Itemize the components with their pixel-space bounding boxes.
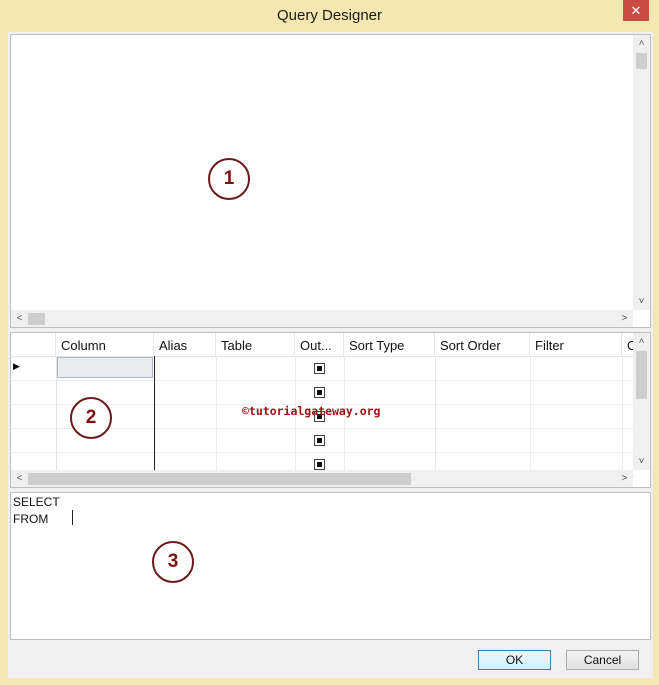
watermark-text: ©tutorialgateway.org bbox=[242, 404, 381, 418]
close-icon: ✕ bbox=[630, 3, 642, 18]
column-header-sort-order[interactable]: Sort Order bbox=[435, 333, 530, 356]
table-row[interactable]: ▶ bbox=[11, 356, 635, 381]
scroll-up-arrow-icon[interactable]: ˄ bbox=[633, 35, 650, 52]
scroll-right-arrow-icon[interactable]: > bbox=[616, 310, 633, 327]
scroll-thumb[interactable] bbox=[28, 313, 45, 325]
column-header-column[interactable]: Column bbox=[56, 333, 154, 356]
annotation-marker-1: 1 bbox=[208, 158, 250, 200]
scroll-left-arrow-icon[interactable]: < bbox=[11, 470, 28, 487]
sql-line-select: SELECT bbox=[13, 495, 60, 509]
cancel-button[interactable]: Cancel bbox=[566, 650, 639, 670]
output-checkbox[interactable] bbox=[314, 363, 325, 374]
query-designer-window: Query Designer ✕ ˄ ˅ < > 1 Column Alias … bbox=[0, 0, 659, 685]
grid-divider bbox=[435, 356, 436, 470]
scroll-left-arrow-icon[interactable]: < bbox=[11, 310, 28, 327]
grid-vertical-scrollbar[interactable]: ˄ ˅ bbox=[633, 333, 650, 470]
output-checkbox[interactable] bbox=[314, 459, 325, 470]
dialog-client-area: ˄ ˅ < > 1 Column Alias Table Out... Sort… bbox=[8, 32, 653, 678]
output-checkbox[interactable] bbox=[314, 435, 325, 446]
scroll-down-arrow-icon[interactable]: ˅ bbox=[633, 293, 650, 310]
scroll-up-arrow-icon[interactable]: ˄ bbox=[633, 333, 650, 350]
sql-pane[interactable]: SELECT FROM 3 bbox=[10, 492, 651, 640]
diagram-vertical-scrollbar[interactable]: ˄ ˅ bbox=[633, 35, 650, 310]
scroll-thumb[interactable] bbox=[636, 53, 647, 69]
scroll-thumb[interactable] bbox=[636, 351, 647, 399]
scroll-right-arrow-icon[interactable]: > bbox=[616, 470, 633, 487]
column-cell-selected[interactable] bbox=[57, 357, 153, 378]
annotation-marker-2: 2 bbox=[70, 397, 112, 439]
diagram-horizontal-scrollbar[interactable]: < > bbox=[11, 310, 633, 327]
sql-line-from: FROM bbox=[13, 512, 49, 526]
row-selector[interactable] bbox=[11, 380, 57, 404]
column-header-filter[interactable]: Filter bbox=[530, 333, 622, 356]
row-header-corner bbox=[11, 333, 56, 356]
grid-divider bbox=[622, 356, 623, 470]
text-caret bbox=[72, 510, 73, 525]
scroll-thumb[interactable] bbox=[28, 473, 411, 485]
column-header-table[interactable]: Table bbox=[216, 333, 295, 356]
grid-divider bbox=[530, 356, 531, 470]
criteria-grid-pane[interactable]: Column Alias Table Out... Sort Type Sort… bbox=[10, 332, 651, 488]
window-title: Query Designer bbox=[276, 7, 383, 24]
column-header-output[interactable]: Out... bbox=[295, 333, 344, 356]
grid-horizontal-scrollbar[interactable]: < > bbox=[11, 470, 633, 487]
scroll-down-arrow-icon[interactable]: ˅ bbox=[633, 453, 650, 470]
ok-button[interactable]: OK bbox=[478, 650, 551, 670]
current-row-arrow-icon: ▶ bbox=[13, 361, 20, 371]
grid-divider bbox=[154, 356, 155, 470]
annotation-marker-3: 3 bbox=[152, 541, 194, 583]
grid-divider bbox=[216, 356, 217, 470]
grid-header-row: Column Alias Table Out... Sort Type Sort… bbox=[11, 333, 635, 357]
row-selector[interactable]: ▶ bbox=[11, 356, 57, 380]
row-selector[interactable] bbox=[11, 428, 57, 452]
close-button[interactable]: ✕ bbox=[623, 0, 649, 21]
column-header-alias[interactable]: Alias bbox=[154, 333, 216, 356]
row-selector[interactable] bbox=[11, 404, 57, 428]
title-bar[interactable]: Query Designer ✕ bbox=[0, 0, 659, 32]
column-header-sort-type[interactable]: Sort Type bbox=[344, 333, 435, 356]
diagram-pane[interactable]: ˄ ˅ < > 1 bbox=[10, 34, 651, 328]
output-checkbox[interactable] bbox=[314, 387, 325, 398]
